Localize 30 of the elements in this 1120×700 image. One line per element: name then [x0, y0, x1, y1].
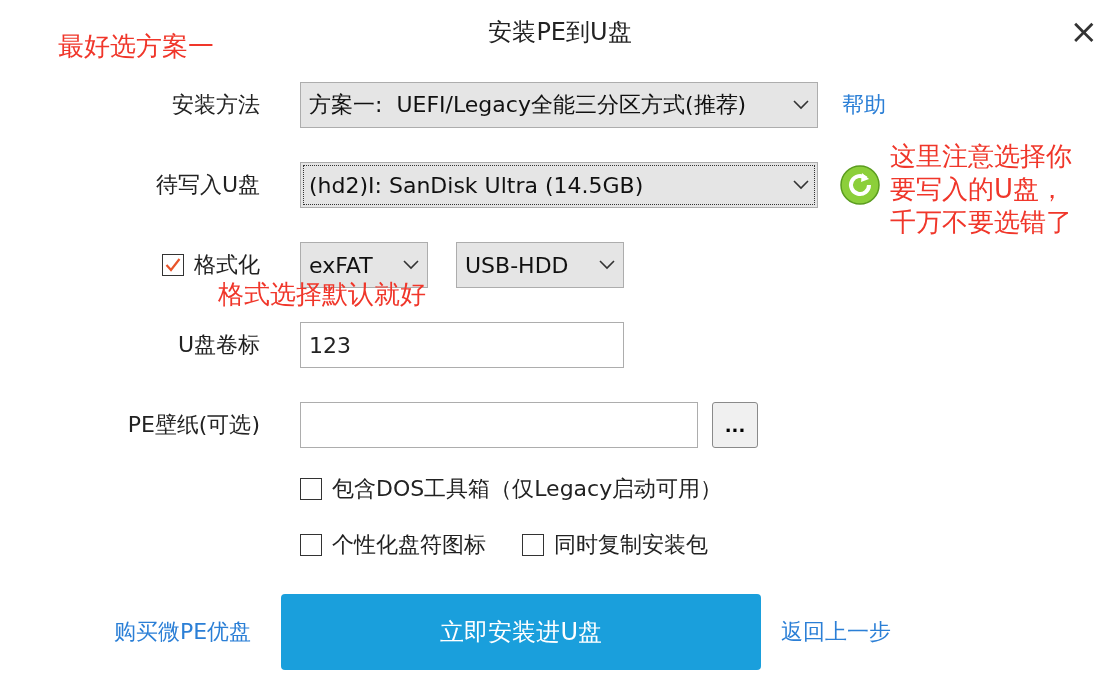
browse-button[interactable]: ... [712, 402, 758, 448]
checkbox[interactable] [300, 478, 322, 500]
checkbox-label[interactable]: 个性化盘符图标 [332, 530, 486, 560]
dropdown[interactable]: USB-HDD [456, 242, 624, 288]
checkbox[interactable] [300, 534, 322, 556]
checkbox-label[interactable]: 格式化 [194, 250, 260, 280]
chevron-down-icon [793, 180, 809, 190]
close-button[interactable]: × [1069, 14, 1098, 48]
help-link[interactable]: 帮助 [842, 90, 886, 120]
checkbox[interactable] [162, 254, 184, 276]
annotation-text: 这里注意选择你要写入的U盘，千万不要选错了 [890, 140, 1073, 240]
field-label: 安装方法 [171, 91, 261, 119]
back-link[interactable]: 返回上一步 [781, 617, 892, 647]
refresh-icon[interactable] [838, 163, 882, 207]
annotation-text: 最好选方案一 [58, 30, 214, 63]
checkbox[interactable] [522, 534, 544, 556]
buy-link[interactable]: 购买微PE优盘 [114, 617, 252, 647]
volume-label-field[interactable]: 123 [300, 322, 624, 368]
dropdown[interactable]: (hd2)I: SanDisk Ultra (14.5GB) [300, 162, 818, 208]
window-title: 安装PE到U盘 [488, 17, 632, 48]
dropdown[interactable]: 方案一: UEFI/Legacy全能三分区方式(推荐) [300, 82, 818, 128]
chevron-down-icon [599, 260, 615, 270]
wallpaper-path-field[interactable] [300, 402, 698, 448]
field-label: PE壁纸(可选) [126, 411, 261, 439]
field-label: U盘卷标 [176, 331, 261, 359]
chevron-down-icon [793, 100, 809, 110]
chevron-down-icon [403, 260, 419, 270]
checkbox-label[interactable]: 包含DOS工具箱（仅Legacy启动可用） [332, 474, 723, 504]
checkbox-label[interactable]: 同时复制安装包 [554, 530, 708, 560]
field-label: 待写入U盘 [154, 171, 261, 199]
